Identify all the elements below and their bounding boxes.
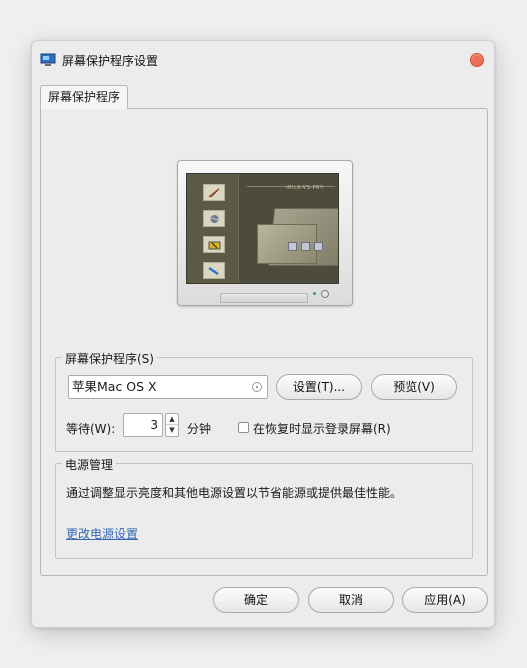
- close-icon[interactable]: [470, 53, 484, 67]
- screensaver-settings-window: 屏幕保护程序设置 屏幕保护程序 -MILK-VS-PRY- 屏幕保护程序(S) …: [31, 40, 495, 628]
- power-button-icon: [321, 290, 329, 298]
- power-description: 通过调整显示亮度和其他电源设置以节省能源或提供最佳性能。: [66, 486, 403, 500]
- apply-button[interactable]: 应用(A): [402, 587, 488, 613]
- preview-screen-text: -MILK-VS-PRY-: [285, 185, 325, 191]
- tab-panel: -MILK-VS-PRY- 屏幕保护程序(S) 苹果Mac OS X 设置(T)…: [40, 108, 488, 576]
- wait-minutes-stepper[interactable]: ▲ ▼: [165, 413, 179, 437]
- screensaver-group-label: 屏幕保护程序(S): [62, 350, 157, 367]
- power-led-icon: [313, 292, 316, 295]
- change-power-settings-link[interactable]: 更改电源设置: [66, 525, 138, 542]
- screensaver-preview-screen: -MILK-VS-PRY-: [186, 173, 339, 284]
- monitor-icon: -MILK-VS-PRY-: [177, 160, 353, 306]
- chevron-down-icon[interactable]: ▼: [166, 425, 178, 436]
- window-title: 屏幕保护程序设置: [62, 54, 159, 68]
- wait-minutes-input[interactable]: 3: [123, 413, 163, 437]
- titlebar[interactable]: 屏幕保护程序设置: [32, 41, 494, 79]
- wait-label: 等待(W):: [66, 422, 116, 436]
- preview-tile-world: [203, 210, 225, 227]
- settings-button[interactable]: 设置(T)...: [276, 374, 362, 400]
- dropdown-icon: [252, 382, 262, 392]
- chevron-up-icon[interactable]: ▲: [166, 414, 178, 425]
- screensaver-select[interactable]: 苹果Mac OS X: [68, 375, 268, 399]
- power-management-group: 电源管理 通过调整显示亮度和其他电源设置以节省能源或提供最佳性能。 更改电源设置: [55, 456, 473, 559]
- cancel-button[interactable]: 取消: [308, 587, 394, 613]
- preview-tile-pen: [203, 184, 225, 201]
- preview-button[interactable]: 预览(V): [371, 374, 457, 400]
- preview-tile-box: [203, 236, 225, 253]
- display-settings-icon: [40, 53, 56, 66]
- resume-login-label[interactable]: 在恢复时显示登录屏幕(R): [253, 420, 391, 437]
- preview-tile-arrow: [203, 262, 225, 279]
- tab-screensaver[interactable]: 屏幕保护程序: [40, 85, 128, 109]
- ok-button[interactable]: 确定: [213, 587, 299, 613]
- wait-unit-label: 分钟: [187, 422, 212, 436]
- resume-login-checkbox[interactable]: [238, 422, 249, 433]
- screensaver-group: 屏幕保护程序(S) 苹果Mac OS X 设置(T)... 预览(V) 等待(W…: [55, 350, 473, 452]
- power-group-label: 电源管理: [62, 456, 117, 473]
- screensaver-selected-value: 苹果Mac OS X: [72, 379, 157, 394]
